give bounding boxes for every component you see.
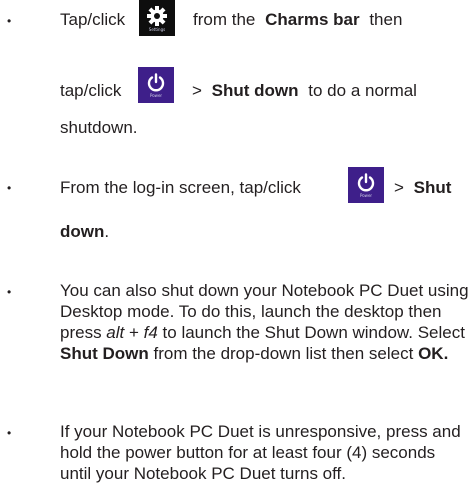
from-login-text: From the log-in screen, tap/click xyxy=(60,178,301,197)
item1-line2b: > Shut down to do a normal xyxy=(192,81,417,101)
shut-down-option: Shut Down xyxy=(60,344,149,363)
bullet: • xyxy=(7,285,12,299)
bullet: • xyxy=(7,14,12,28)
charms-bar-text: Charms bar xyxy=(265,10,360,29)
shut-down-text: Shut down xyxy=(211,81,299,100)
item4-text: If your Notebook PC Duet is unresponsive… xyxy=(60,422,461,483)
document-page: • Tap/click Settings from the Charms bar… xyxy=(0,0,474,502)
from-the-text: from the xyxy=(193,10,256,29)
item1-line3: shutdown. xyxy=(60,118,138,138)
item3-text-3: from the drop-down list then select xyxy=(148,344,419,363)
item2-line1: From the log-in screen, tap/click xyxy=(60,178,301,198)
tap-click-text-2: tap/click xyxy=(60,81,122,100)
settings-tile: Settings xyxy=(139,0,175,36)
power-tile: Power xyxy=(348,167,384,203)
shutdown-text: shutdown. xyxy=(60,118,138,137)
alt-key: alt xyxy=(106,323,125,342)
tap-click-text: Tap/click xyxy=(60,10,126,29)
power-caption: Power xyxy=(149,92,163,98)
item3-text-2: to launch the Shut Down window. Select xyxy=(157,323,465,342)
item4-paragraph: If your Notebook PC Duet is unresponsive… xyxy=(60,421,470,484)
gear-icon xyxy=(147,5,167,26)
power-tile: Power xyxy=(138,67,174,103)
gt-symbol: > xyxy=(192,81,202,100)
item1-line1b: from the Charms bar then xyxy=(193,10,402,30)
item2-line1b: > Shut xyxy=(394,178,451,198)
then-text: then xyxy=(369,10,403,29)
power-caption: Power xyxy=(359,192,373,198)
settings-caption: Settings xyxy=(148,26,166,32)
ok-option: OK. xyxy=(418,344,449,363)
f4-key: f4 xyxy=(143,323,158,342)
item1-line2: tap/click xyxy=(60,81,121,101)
bullet: • xyxy=(7,181,12,195)
down-text: down xyxy=(60,222,105,241)
item3-paragraph: You can also shut down your Notebook PC … xyxy=(60,280,470,364)
to-do-normal-text: to do a normal xyxy=(308,81,417,100)
power-icon xyxy=(357,172,375,191)
power-icon xyxy=(147,72,165,91)
plus-sign: + xyxy=(124,323,144,342)
period: . xyxy=(104,222,110,241)
bullet: • xyxy=(7,426,12,440)
item1-line1: Tap/click xyxy=(60,10,125,30)
shut-text: Shut xyxy=(413,178,452,197)
gt-symbol: > xyxy=(394,178,404,197)
item2-line2: down. xyxy=(60,222,109,242)
